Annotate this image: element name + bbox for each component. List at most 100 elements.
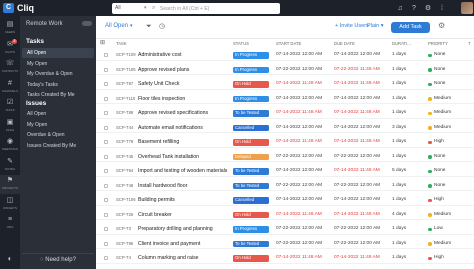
rail-item-widgets[interactable]: ◫ WIDGETS xyxy=(0,195,20,214)
row-select-checkbox[interactable] xyxy=(104,96,108,101)
sidebar-item-tasks-4[interactable]: Tasks Created By Me xyxy=(22,90,94,100)
invite-users-link[interactable]: + Invite Users xyxy=(335,23,369,29)
sidebar-item-issues-1[interactable]: My Open xyxy=(22,120,94,130)
priority[interactable]: Medium xyxy=(434,123,466,134)
add-task-button[interactable]: Add Task xyxy=(391,22,430,33)
workspace-name[interactable]: Remote Work xyxy=(26,21,63,27)
status-badge[interactable]: In Progress xyxy=(233,66,269,74)
due-date[interactable]: 07-22-2022 11:48 AM xyxy=(334,65,390,76)
table-row[interactable]: SCP-T78 Basement refilling On Hold 07-14-20… xyxy=(96,137,474,148)
duration[interactable]: 3 days xyxy=(392,123,424,134)
priority[interactable]: Medium xyxy=(434,239,466,250)
task-name[interactable]: Basement refilling xyxy=(138,137,230,148)
row-select-checkbox[interactable] xyxy=(104,53,108,57)
sidebar-item-issues-0[interactable]: All Open xyxy=(22,109,94,119)
due-date[interactable]: 07-14-2022 12:00 AM xyxy=(334,195,390,206)
need-help-button[interactable]: ◌ Need help? xyxy=(22,253,94,265)
duration[interactable]: 1 days xyxy=(392,65,424,76)
start-date[interactable]: 07-14-2022 11:48 AM xyxy=(276,253,332,264)
row-select-checkbox[interactable] xyxy=(104,82,108,86)
rail-item-feeds[interactable]: ▤ FEEDS xyxy=(0,19,20,38)
rail-item-channels[interactable]: # CHANNELS xyxy=(0,78,20,97)
status-badge[interactable]: Cancelled xyxy=(233,197,269,204)
priority[interactable]: High xyxy=(434,253,466,264)
status-badge[interactable]: To be Tested xyxy=(233,182,269,190)
status-badge[interactable]: In Progress xyxy=(233,52,269,59)
table-row[interactable]: SCP-T46 Install hardwood floor To be Teste… xyxy=(96,181,474,192)
column-chooser-icon[interactable]: ⊞ xyxy=(100,39,105,46)
row-select-checkbox[interactable] xyxy=(104,154,108,159)
priority[interactable]: None xyxy=(434,181,466,192)
priority[interactable]: None xyxy=(434,152,466,163)
row-select-checkbox[interactable] xyxy=(104,140,108,144)
table-row[interactable]: SCP-T3 Preparatory drilling and planning I… xyxy=(96,224,474,235)
search-input[interactable] xyxy=(160,4,276,13)
table-row[interactable]: SCP-T106 Building permits Cancelled 07-14-2… xyxy=(96,195,474,206)
apps-icon[interactable]: ⁞ xyxy=(437,3,447,14)
duration[interactable]: 1 days xyxy=(392,181,424,192)
due-date[interactable]: 07-22-2022 12:00 AM xyxy=(334,239,390,250)
due-date[interactable]: 07-14-2022 11:48 AM xyxy=(334,210,390,221)
row-select-checkbox[interactable] xyxy=(104,198,108,202)
status-badge[interactable]: On Hold xyxy=(233,81,269,88)
row-select-checkbox[interactable] xyxy=(104,256,108,260)
table-row[interactable]: SCP-T94 Import and testing of wooden mate… xyxy=(96,166,474,177)
start-date[interactable]: 07-14-2022 11:48 AM xyxy=(276,137,332,148)
due-date[interactable]: 07-14-2022 11:48 AM xyxy=(334,137,390,148)
task-name[interactable]: Automate email notifications xyxy=(138,123,230,134)
start-date[interactable]: 07-14-2022 11:48 AM xyxy=(276,108,332,119)
due-date[interactable]: 07-22-2022 12:00 AM xyxy=(334,224,390,235)
rail-item-notes[interactable]: ✎ NOTES xyxy=(0,156,20,175)
table-row[interactable]: SCP-T44 Automate email notifications Cance… xyxy=(96,123,474,134)
filter-icon[interactable]: ⏷ xyxy=(146,22,152,32)
row-select-checkbox[interactable] xyxy=(104,183,108,188)
duration[interactable]: 5 days xyxy=(392,166,424,177)
sidebar-item-tasks-0[interactable]: All Open xyxy=(22,48,94,58)
due-date[interactable]: 07-14-2022 11:48 AM xyxy=(334,108,390,119)
table-row[interactable]: SCP-T105 Approve revised plans In Progress… xyxy=(96,65,474,76)
due-date[interactable]: 07-14-2022 11:48 AM xyxy=(334,79,390,90)
start-date[interactable]: 07-14-2022 11:48 AM xyxy=(276,79,332,90)
duration[interactable]: 4 days xyxy=(392,210,424,221)
task-name[interactable]: Column marking and raise xyxy=(138,253,230,264)
workspace-toggle[interactable] xyxy=(82,21,92,26)
due-date[interactable]: 07-22-2022 12:00 AM xyxy=(334,181,390,192)
duration[interactable]: 1 days xyxy=(392,195,424,206)
start-date[interactable]: 07-14-2022 12:00 AM xyxy=(276,195,332,206)
duration[interactable]: 1 days xyxy=(392,50,424,61)
status-badge[interactable]: On Hold xyxy=(233,211,269,219)
column-header-start-date[interactable]: START DATE xyxy=(276,41,301,46)
start-date[interactable]: 07-14-2022 11:48 AM xyxy=(276,210,332,221)
status-badge[interactable]: Cancelled xyxy=(233,124,269,132)
gear-icon[interactable]: ⚙ xyxy=(438,21,445,30)
rail-item-contacts[interactable]: ☏ CONTACTS xyxy=(0,58,20,77)
rail-item-chats[interactable]: ✉ CHATS 8 xyxy=(0,38,20,58)
start-date[interactable]: 07-14-2022 12:00 AM xyxy=(276,50,332,61)
avatar[interactable] xyxy=(461,2,473,14)
rail-item-files[interactable]: ▣ FILES xyxy=(0,117,20,136)
priority[interactable]: None xyxy=(434,166,466,177)
task-name[interactable]: Install hardwood floor xyxy=(138,181,230,192)
row-select-checkbox[interactable] xyxy=(104,241,108,246)
sidebar-item-tasks-1[interactable]: My Open xyxy=(22,59,94,69)
search-scope-select[interactable]: All xyxy=(115,3,121,14)
start-date[interactable]: 07-22-2022 12:00 AM xyxy=(276,152,332,163)
row-select-checkbox[interactable] xyxy=(104,169,108,173)
task-name[interactable]: Safety Unit Check xyxy=(138,79,230,90)
clock-icon[interactable]: ◷ xyxy=(159,22,165,32)
priority[interactable]: High xyxy=(434,195,466,206)
rail-item-projects[interactable]: ⚑ PROJECTS xyxy=(0,175,20,194)
start-date[interactable]: 07-22-2022 12:00 AM xyxy=(276,224,332,235)
task-name[interactable]: Client invoice and payment xyxy=(138,239,230,250)
priority[interactable]: Medium xyxy=(434,94,466,105)
task-name[interactable]: Overhead Tank installation xyxy=(138,152,230,163)
duration[interactable]: 1 days xyxy=(392,239,424,250)
toggle-theme-icon[interactable]: ◐ xyxy=(0,254,20,263)
table-row[interactable]: SCP-T110 Floor tiles inspection In Progres… xyxy=(96,94,474,105)
due-date[interactable]: 07-14-2022 11:48 AM xyxy=(334,166,390,177)
start-date[interactable]: 07-22-2022 12:00 AM xyxy=(276,65,332,76)
task-name[interactable]: Circuit breaker xyxy=(138,210,230,221)
column-header-duration[interactable]: DURATI... xyxy=(392,41,411,46)
notifications-icon[interactable]: ♫ xyxy=(395,3,405,14)
sidebar-item-issues-3[interactable]: Issues Created By Me xyxy=(22,141,94,151)
